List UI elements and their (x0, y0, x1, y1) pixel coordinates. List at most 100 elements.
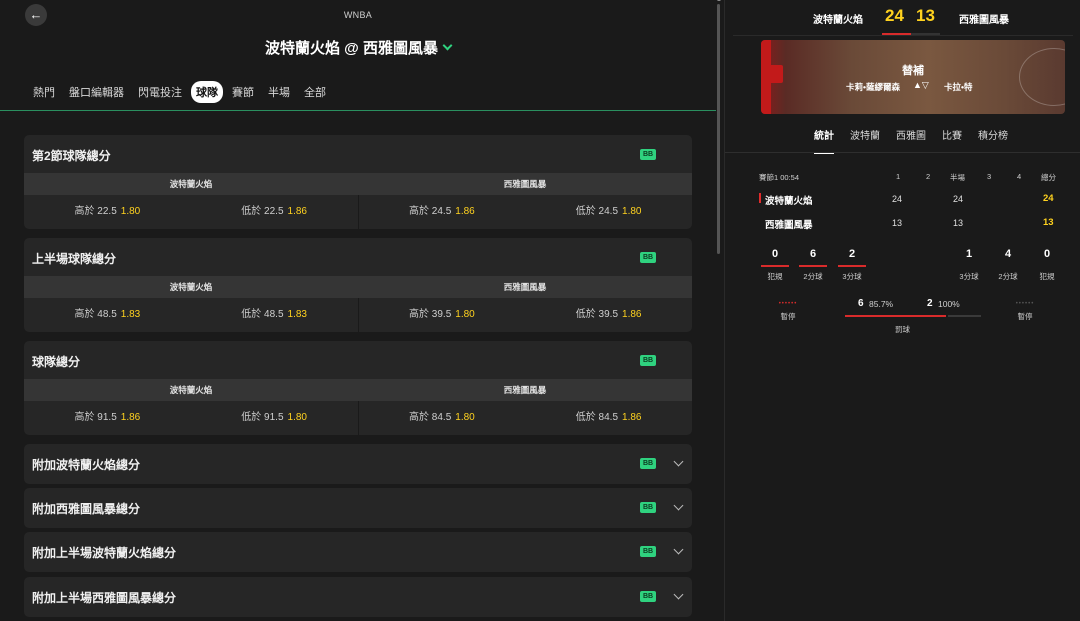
tab-flash-bet[interactable]: 閃電投注 (133, 81, 187, 103)
box-value: 13 (892, 218, 903, 228)
tab-quarters[interactable]: 賽節 (227, 81, 259, 103)
odds-button[interactable]: 高於 48.5 1.83 (24, 298, 191, 332)
scrollbar[interactable] (717, 4, 720, 254)
box-team-name: 西雅圖風暴 (765, 220, 813, 231)
ft-away-pct: 100% (938, 299, 960, 309)
stat-away-fouls: 0 犯規 (1032, 248, 1062, 282)
odds-label: 高於 84.5 (409, 412, 452, 423)
column-header: 2 (926, 172, 931, 181)
team-name: 西雅圖風暴 (503, 385, 547, 395)
box-value: 13 (953, 218, 964, 228)
market-title: 附加上半場西雅圖風暴總分 (32, 591, 177, 605)
team-name: 波特蘭火焰 (169, 282, 213, 292)
market-title: 附加上半場波特蘭火焰總分 (32, 546, 177, 560)
tab-all[interactable]: 全部 (299, 81, 331, 103)
chevron-down-icon[interactable] (673, 500, 684, 511)
chevron-down-icon[interactable] (673, 544, 684, 555)
collapsed-market[interactable]: 附加波特蘭火焰總分 BB (24, 444, 692, 484)
odds-label: 低於 84.5 (575, 412, 619, 423)
match-selector[interactable]: 波特蘭火焰 @ 西雅圖風暴 (0, 37, 716, 58)
markets-pane: ← WNBA 波特蘭火焰 @ 西雅圖風暴 熱門 盤口編輯器 閃電投注 球隊 賽節… (0, 0, 716, 621)
ft-bar-away (948, 315, 981, 317)
odds-row: 高於 91.5 1.86 低於 91.5 1.80 高於 84.5 1.80 低於 8… (24, 401, 692, 435)
odds-button[interactable]: 低於 22.5 1.86 (191, 195, 358, 229)
market-card: 第2節球隊總分 BB 波特蘭火焰 西雅圖風暴 高於 22.5 1.80 低於 22… (24, 135, 692, 229)
stat-away-2pt: 4 2分球 (993, 248, 1023, 282)
odds-value: 1.86 (287, 206, 307, 217)
odds-button[interactable]: 低於 24.5 1.80 (525, 195, 692, 229)
odds-button[interactable]: 低於 48.5 1.83 (191, 298, 358, 332)
team-header-row: 波特蘭火焰 西雅圖風暴 (24, 276, 692, 298)
stat-label: 2分球 (803, 272, 823, 281)
stat-value: 4 (1004, 248, 1012, 260)
bet-builder-badge: BB (640, 355, 656, 366)
collapsed-market[interactable]: 附加西雅圖風暴總分 BB (24, 488, 692, 528)
odds-value: 1.86 (120, 412, 141, 423)
chevron-down-icon[interactable] (673, 589, 684, 600)
box-value: 24 (892, 194, 903, 204)
ft-bar-home (845, 315, 946, 317)
tab-popular[interactable]: 熱門 (28, 81, 60, 103)
tab-stats[interactable]: 統計 (814, 127, 834, 154)
odds-button[interactable]: 低於 91.5 1.80 (191, 401, 358, 435)
substitution-arrows-icon: ▲▽ (913, 80, 929, 90)
away-score: 13 (916, 6, 935, 25)
column-header: 半場 (950, 173, 965, 182)
odds-label: 高於 22.5 (74, 206, 117, 217)
odds-value: 1.83 (120, 309, 141, 320)
tab-teams[interactable]: 球隊 (191, 81, 223, 103)
box-total: 13 (1043, 217, 1054, 228)
stat-label: 2分球 (998, 272, 1018, 281)
team-header-row: 波特蘭火焰 西雅圖風暴 (24, 379, 692, 401)
tab-seattle[interactable]: 西雅圖 (896, 127, 926, 154)
ft-home-made: 6 (858, 298, 864, 309)
scroll-up-icon[interactable]: ▲ (716, 0, 722, 3)
odds-label: 低於 91.5 (241, 412, 284, 423)
tab-portland[interactable]: 波特蘭 (850, 127, 880, 154)
tab-halves[interactable]: 半場 (263, 81, 295, 103)
collapsed-market[interactable]: 附加上半場西雅圖風暴總分 BB (24, 577, 692, 617)
odds-button[interactable]: 高於 24.5 1.86 (359, 195, 526, 229)
odds-button[interactable]: 高於 22.5 1.80 (24, 195, 191, 229)
team-header-row: 波特蘭火焰 西雅圖風暴 (24, 173, 692, 195)
chevron-down-icon (442, 40, 453, 51)
odds-label: 低於 24.5 (575, 206, 619, 217)
ft-home-pct: 85.7% (869, 299, 894, 309)
divider (733, 35, 1073, 36)
stat-label: 3分球 (842, 272, 862, 281)
market-header[interactable]: 上半場球隊總分 BB (24, 238, 692, 276)
box-value: 24 (953, 194, 964, 204)
stat-label: 犯規 (767, 272, 783, 281)
tab-bet-builder[interactable]: 盤口編輯器 (64, 81, 129, 103)
collapsed-market[interactable]: 附加上半場波特蘭火焰總分 BB (24, 532, 692, 572)
tab-match[interactable]: 比賽 (942, 127, 962, 154)
stat-away-3pt: 1 3分球 (954, 248, 984, 282)
market-tabs: 熱門 盤口編輯器 閃電投注 球隊 賽節 半場 全部 (28, 81, 335, 103)
team-name: 波特蘭火焰 (169, 385, 213, 395)
odds-button[interactable]: 低於 39.5 1.86 (525, 298, 692, 332)
odds-value: 1.86 (622, 309, 642, 320)
team-name: 西雅圖風暴 (503, 179, 547, 189)
ft-away-made: 2 (927, 298, 933, 309)
market-title: 附加西雅圖風暴總分 (32, 502, 141, 516)
divider (725, 152, 1080, 153)
chevron-down-icon[interactable] (673, 456, 684, 467)
odds-button[interactable]: 低於 84.5 1.86 (525, 401, 692, 435)
market-header[interactable]: 球隊總分 BB (24, 341, 692, 379)
odds-label: 高於 24.5 (409, 206, 452, 217)
odds-value: 1.80 (287, 412, 307, 423)
home-score: 24 (885, 6, 904, 25)
odds-value: 1.86 (455, 206, 475, 217)
box-total: 24 (1043, 193, 1054, 204)
odds-button[interactable]: 高於 84.5 1.80 (359, 401, 526, 435)
tab-standings[interactable]: 積分榜 (978, 127, 1008, 154)
team-name: 西雅圖風暴 (503, 282, 547, 292)
odds-button[interactable]: 高於 39.5 1.80 (359, 298, 526, 332)
stat-value: 6 (809, 248, 817, 260)
odds-button[interactable]: 高於 91.5 1.86 (24, 401, 191, 435)
market-card: 上半場球隊總分 BB 波特蘭火焰 西雅圖風暴 高於 48.5 1.83 低於 48… (24, 238, 692, 332)
market-header[interactable]: 第2節球隊總分 BB (24, 135, 692, 173)
team-name: 波特蘭火焰 (169, 179, 213, 189)
bet-builder-badge: BB (640, 458, 656, 469)
divider (0, 110, 716, 111)
